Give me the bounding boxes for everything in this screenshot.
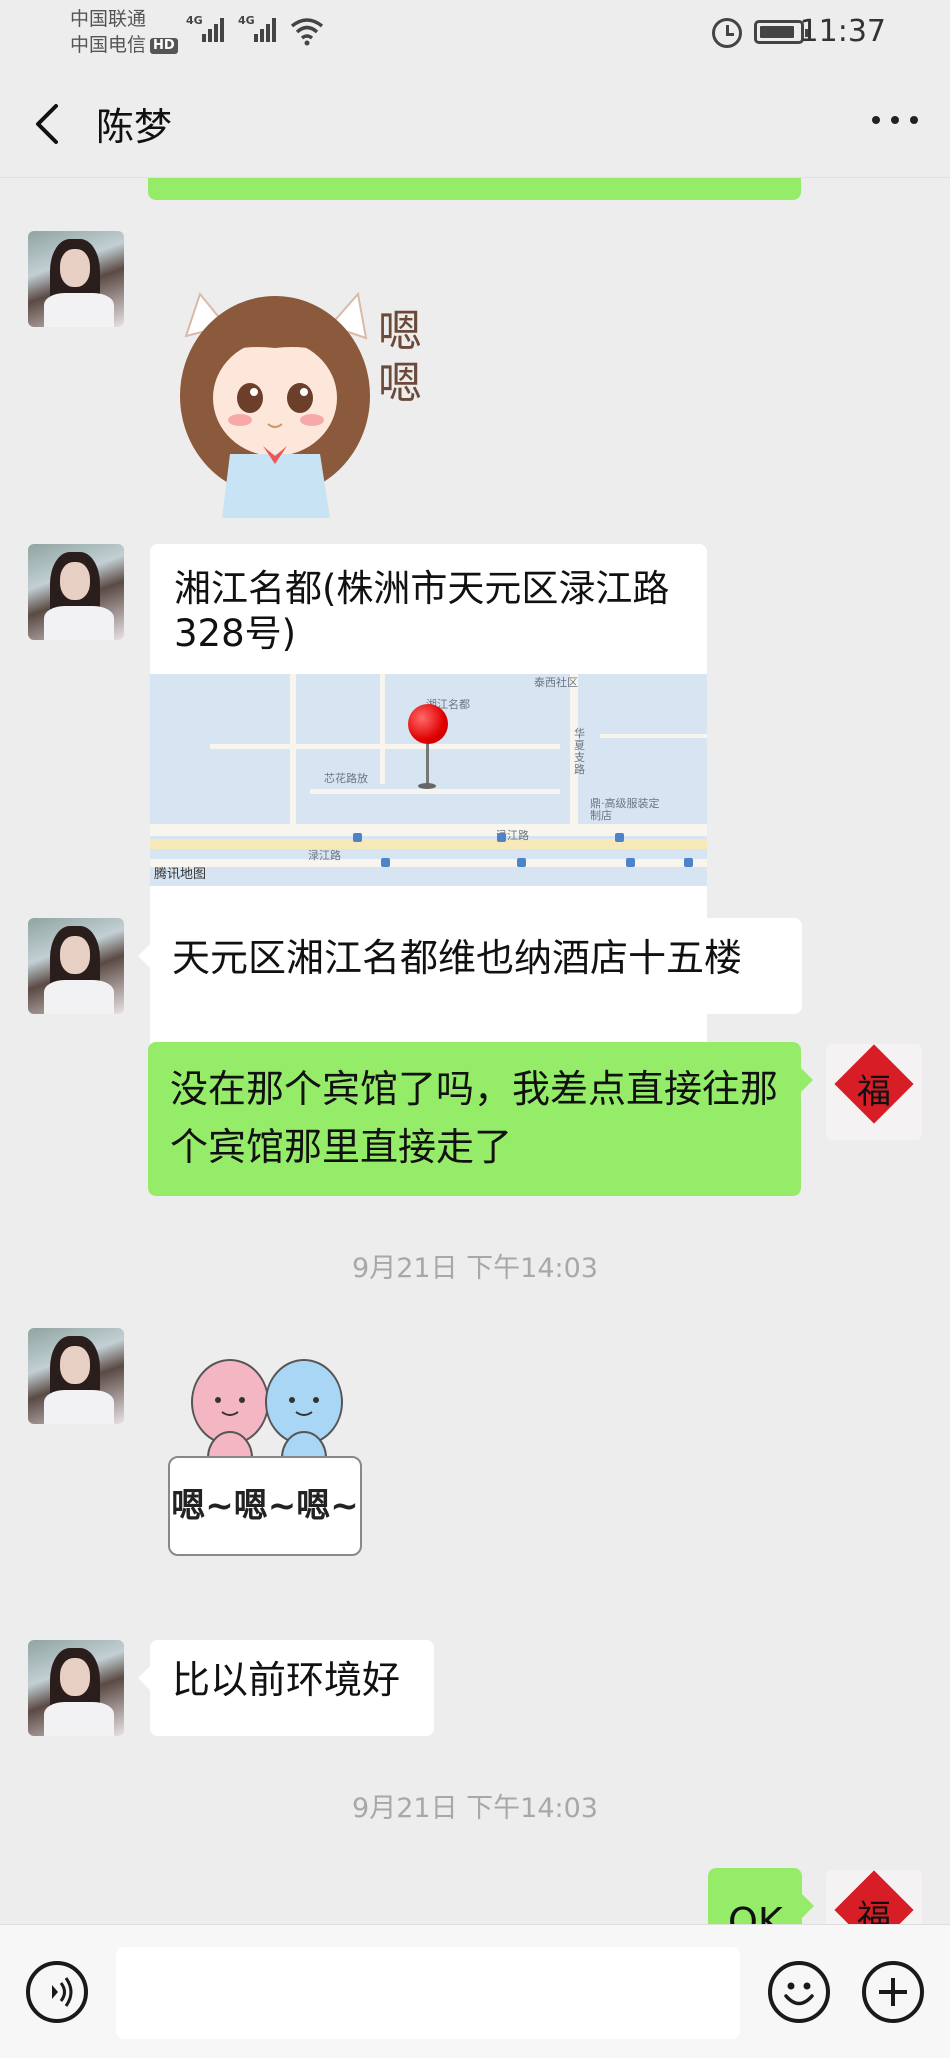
alarm-icon	[712, 18, 742, 48]
wifi-icon	[290, 18, 324, 46]
avatar[interactable]	[28, 544, 124, 640]
voice-icon[interactable]	[26, 1961, 88, 2023]
more-dots-icon[interactable]	[870, 114, 920, 126]
carrier-info: 中国联通 中国电信 HD	[70, 6, 178, 58]
avatar[interactable]	[28, 1328, 124, 1424]
message-timestamp: 9月21日 下午14:03	[352, 1793, 598, 1824]
carrier-1: 中国联通	[70, 8, 147, 30]
carrier-2: 中国电信	[70, 34, 147, 56]
status-bar: 中国联通 中国电信 HD 4G 4G 11:37	[0, 0, 950, 64]
sticker-caption-1: 嗯	[378, 306, 422, 357]
avatar-char: 福	[857, 1898, 891, 1924]
location-title: 湘江名都(株洲市天元区渌江路328号)	[174, 567, 670, 655]
map-label: 渌江路	[308, 849, 341, 862]
map-pin-icon	[408, 704, 448, 744]
my-avatar[interactable]: 福	[826, 1044, 922, 1140]
clock: 11:37	[799, 14, 886, 49]
map-provider-logo: 腾讯地图	[154, 867, 207, 882]
outgoing-bubble-partial	[148, 178, 801, 200]
emoji-icon[interactable]	[768, 1961, 830, 2023]
sticker-caption-2: 嗯	[378, 358, 422, 409]
signal-icon: 4G	[186, 14, 226, 42]
sticker-message[interactable]: 嗯 嗯	[160, 286, 440, 518]
sticker-message[interactable]: 嗯~嗯~嗯~	[168, 1356, 368, 1566]
my-avatar[interactable]: 福	[826, 1870, 922, 1924]
sticker-caption: 嗯~嗯~嗯~	[168, 1456, 362, 1556]
avatar[interactable]	[28, 918, 124, 1014]
network-label: 4G	[186, 14, 203, 27]
incoming-message[interactable]: 天元区湘江名都维也纳酒店十五楼	[138, 918, 802, 1014]
battery-icon	[754, 20, 810, 44]
message-input[interactable]	[116, 1947, 740, 2039]
map-label: 华夏支路	[574, 727, 585, 776]
plus-icon[interactable]	[862, 1961, 924, 2023]
signal-icon-2: 4G	[238, 14, 278, 42]
map-preview[interactable]: 泰西社区 湘江名都 芯花路放 华夏支路 鼎·高级服装定制店 渌江路 渌江路 腾讯…	[150, 674, 707, 886]
outgoing-message[interactable]: 没在那个宾馆了吗，我差点直接往那个宾馆那里直接走了	[148, 1042, 813, 1196]
chevron-left-icon[interactable]	[30, 102, 64, 146]
input-bar	[0, 1924, 950, 2058]
map-label: 泰西社区	[534, 676, 578, 689]
map-label: 鼎·高级服装定制店	[590, 797, 660, 822]
outgoing-message[interactable]: OK	[708, 1868, 814, 1924]
hd-badge: HD	[150, 37, 178, 54]
avatar-char: 福	[857, 1072, 891, 1112]
map-label: 芯花路放	[324, 772, 368, 785]
contact-name: 陈梦	[96, 105, 173, 149]
network-label-2: 4G	[238, 14, 255, 27]
message-timestamp: 9月21日 下午14:03	[352, 1253, 598, 1284]
avatar[interactable]	[28, 1640, 124, 1736]
avatar[interactable]	[28, 231, 124, 327]
incoming-message[interactable]: 比以前环境好	[138, 1640, 434, 1736]
message-list[interactable]: 嗯 嗯 湘江名都(株洲市天元区渌江路328号) 泰西社区 湘江名都 芯花路放 华…	[0, 178, 950, 1924]
map-pin-base	[418, 783, 436, 789]
map-pin-stick	[426, 742, 429, 786]
chat-header: 陈梦	[0, 64, 950, 178]
